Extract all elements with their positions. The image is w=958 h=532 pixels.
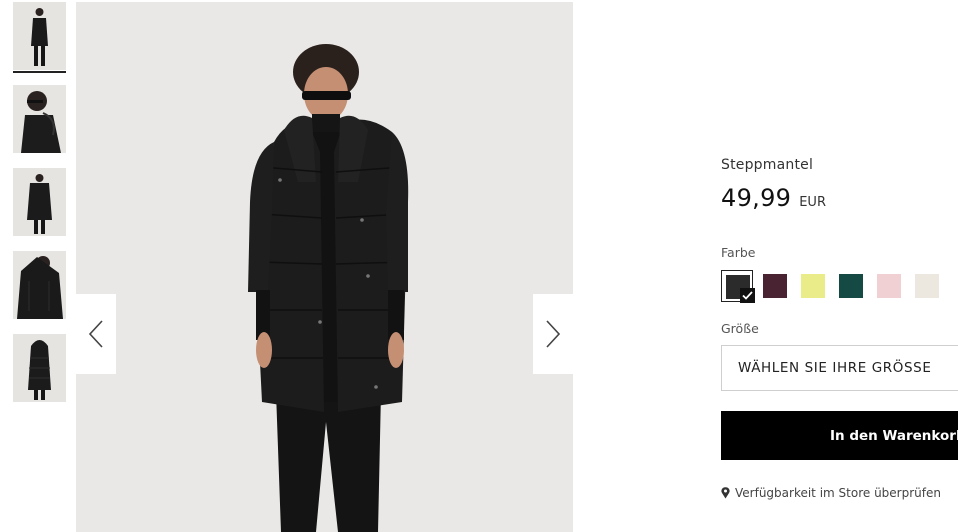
thumbnail-active-indicator	[13, 71, 66, 73]
color-swatch[interactable]	[759, 270, 791, 302]
thumbnail-back-view[interactable]	[13, 334, 66, 402]
color-swatch[interactable]	[835, 270, 867, 302]
map-pin-icon	[721, 487, 730, 499]
size-label: Größe	[721, 321, 759, 336]
chevron-left-icon	[88, 320, 103, 348]
add-to-cart-label: In den Warenkorb	[830, 427, 958, 444]
color-label: Farbe	[721, 245, 756, 260]
product-price: 49,99	[721, 184, 792, 212]
color-swatch[interactable]	[797, 270, 829, 302]
size-select-placeholder: WÄHLEN SIE IHRE GRÖSSE	[738, 360, 932, 376]
color-swatch-fill	[915, 274, 939, 298]
color-swatch-fill	[877, 274, 901, 298]
color-swatch[interactable]	[873, 270, 905, 302]
product-info-panel: Steppmantel 49,99 EUR Farbe Größe WÄHLEN…	[721, 0, 958, 532]
thumbnail-front-open[interactable]	[13, 168, 66, 236]
thumbnail-front-full[interactable]	[13, 2, 66, 70]
product-name: Steppmantel	[721, 157, 814, 173]
color-swatch[interactable]	[721, 270, 755, 303]
gallery-prev-button[interactable]	[76, 294, 116, 374]
thumbnail-hood-closeup[interactable]	[13, 251, 66, 319]
thumbnail-image	[13, 2, 66, 70]
thumbnail-side-closeup[interactable]	[13, 85, 66, 153]
color-swatch[interactable]	[911, 270, 943, 302]
price-currency: EUR	[799, 195, 826, 210]
store-availability-link[interactable]: Verfügbarkeit im Store überprüfen	[721, 486, 941, 500]
product-photo	[76, 2, 573, 532]
checkmark-icon	[740, 288, 755, 303]
gallery-next-button[interactable]	[533, 294, 573, 374]
thumbnail-image	[13, 251, 66, 319]
size-select[interactable]: WÄHLEN SIE IHRE GRÖSSE	[721, 345, 958, 391]
color-swatch-fill	[839, 274, 863, 298]
price-row: 49,99 EUR	[721, 184, 826, 212]
color-swatch-list	[721, 270, 958, 303]
thumbnail-image	[13, 168, 66, 236]
store-availability-label: Verfügbarkeit im Store überprüfen	[735, 486, 941, 500]
color-swatch-fill	[763, 274, 787, 298]
main-product-image	[76, 2, 573, 532]
thumbnail-image	[13, 334, 66, 402]
add-to-cart-button[interactable]: In den Warenkorb	[721, 411, 958, 460]
color-swatch-fill	[801, 274, 825, 298]
chevron-right-icon	[546, 320, 561, 348]
thumbnail-image	[13, 85, 66, 153]
